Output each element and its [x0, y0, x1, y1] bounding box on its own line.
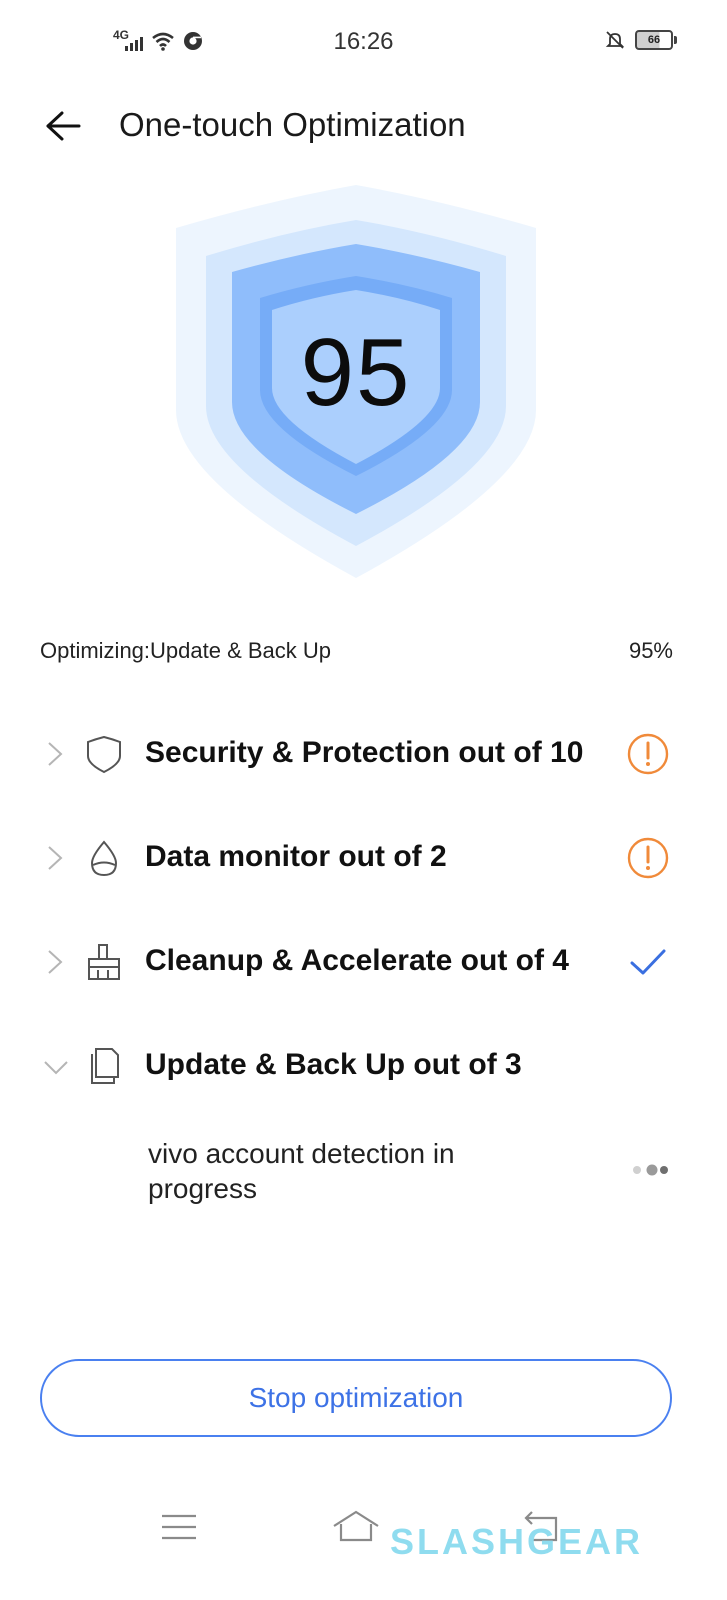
broom-icon: [88, 944, 120, 980]
stop-optimization-button[interactable]: Stop optimization: [40, 1359, 672, 1437]
category-data-monitor[interactable]: Data monitor out of 2: [0, 818, 727, 898]
chevron-right-icon: [48, 950, 63, 974]
sub-item-vivo-account: vivo account detection in progress: [148, 1138, 455, 1204]
category-label: Security & Protection out of 10: [145, 736, 584, 769]
chevron-right-icon: [48, 846, 63, 870]
back-button[interactable]: [34, 100, 90, 152]
page-title: One-touch Optimization: [119, 106, 466, 143]
nav-menu-button[interactable]: [150, 1500, 210, 1556]
battery-icon: 66: [635, 30, 677, 50]
status-bar: 4G 16:26 66: [0, 0, 727, 86]
warning-icon: [627, 837, 669, 879]
drop-icon: [90, 840, 118, 877]
category-cleanup-accelerate[interactable]: Cleanup & Accelerate out of 4: [0, 922, 727, 1002]
progress-percent: 95%: [628, 638, 673, 663]
optimization-score: 95: [300, 319, 412, 426]
menu-icon: [162, 1514, 196, 1540]
progress-label: Optimizing:Update & Back Up: [40, 638, 332, 663]
warning-icon: [627, 733, 669, 775]
loading-dots-icon: [633, 1164, 668, 1176]
category-label: Update & Back Up out of 3: [145, 1048, 522, 1081]
category-security-protection[interactable]: Security & Protection out of 10: [0, 714, 727, 794]
category-label: Data monitor out of 2: [145, 840, 447, 873]
watermark: SLASHGEAR: [390, 1521, 644, 1562]
document-icon: [91, 1048, 119, 1084]
chevron-down-icon: [44, 1061, 68, 1075]
arrow-left-icon: [46, 111, 81, 141]
check-icon: [630, 949, 666, 975]
battery-level: 66: [647, 34, 661, 46]
shield-icon: [87, 735, 121, 774]
status-right-icons: 66: [605, 30, 677, 50]
nav-home-button[interactable]: [326, 1500, 386, 1556]
home-icon: [333, 1510, 379, 1542]
chevron-right-icon: [48, 742, 63, 766]
category-label: Cleanup & Accelerate out of 4: [145, 944, 569, 977]
notifications-off-icon: [605, 31, 625, 49]
category-update-backup[interactable]: Update & Back Up out of 3: [0, 1026, 727, 1106]
